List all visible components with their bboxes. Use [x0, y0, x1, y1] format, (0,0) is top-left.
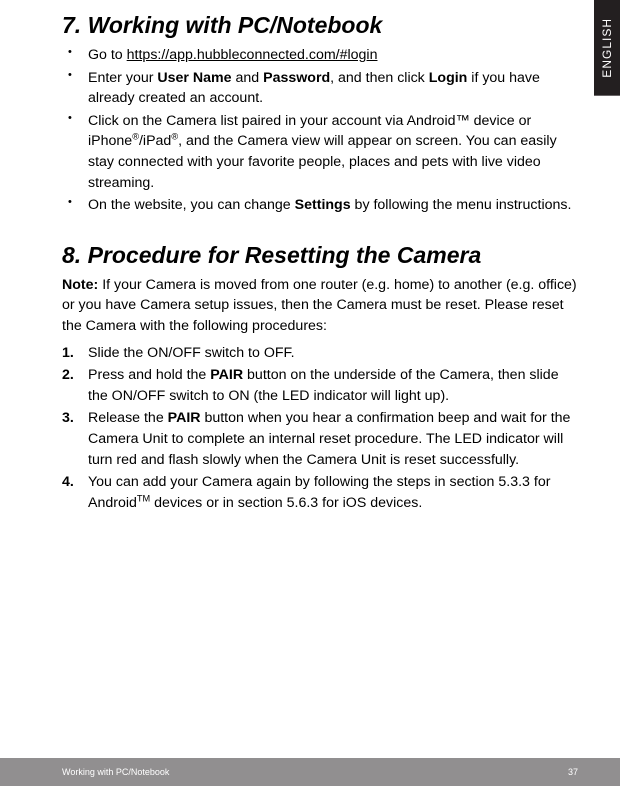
step-4: You can add your Camera again by followi…	[88, 472, 578, 513]
text: Go to	[88, 47, 127, 63]
text-bold: Login	[429, 70, 468, 86]
section7-bullets: Go to https://app.hubbleconnected.com/#l…	[62, 45, 578, 216]
text: /iPad	[139, 133, 171, 149]
text: Enter your	[88, 70, 157, 86]
text-bold: User Name	[157, 70, 231, 86]
tm-sup: TM	[137, 493, 150, 503]
text: Release the	[88, 410, 168, 426]
login-url[interactable]: https://app.hubbleconnected.com/#login	[127, 47, 378, 63]
section7-bullet-3: Click on the Camera list paired in your …	[80, 111, 578, 193]
text: , and then click	[330, 70, 429, 86]
text-bold: Password	[263, 70, 330, 86]
text: devices or in section 5.6.3 for iOS devi…	[150, 495, 422, 511]
text-bold: Settings	[295, 197, 351, 213]
note-label: Note:	[62, 277, 98, 293]
text-bold: PAIR	[210, 367, 243, 383]
text: by following the menu instructions.	[351, 197, 572, 213]
section7-bullet-2: Enter your User Name and Password, and t…	[80, 68, 578, 109]
section8-heading: 8. Procedure for Resetting the Camera	[62, 242, 578, 269]
text: Slide the ON/OFF switch to OFF.	[88, 345, 295, 361]
step-2: Press and hold the PAIR button on the un…	[88, 365, 578, 406]
text-bold: PAIR	[168, 410, 201, 426]
section7-heading: 7. Working with PC/Notebook	[62, 12, 578, 39]
text: and	[232, 70, 264, 86]
step-1: Slide the ON/OFF switch to OFF.	[88, 343, 578, 364]
page-footer: Working with PC/Notebook 37	[0, 758, 620, 786]
page-number: 37	[568, 767, 578, 777]
text: Press and hold the	[88, 367, 210, 383]
section8-note: Note: If your Camera is moved from one r…	[62, 275, 578, 337]
section7-bullet-4: On the website, you can change Settings …	[80, 195, 578, 216]
section7-bullet-1: Go to https://app.hubbleconnected.com/#l…	[80, 45, 578, 66]
page-content: 7. Working with PC/Notebook Go to https:…	[0, 0, 620, 513]
step-3: Release the PAIR button when you hear a …	[88, 408, 578, 470]
footer-title: Working with PC/Notebook	[62, 767, 169, 777]
registered-sup: ®	[132, 132, 139, 142]
note-body: If your Camera is moved from one router …	[62, 277, 577, 334]
language-tab: ENGLISH	[594, 0, 620, 96]
text: On the website, you can change	[88, 197, 295, 213]
section8-steps: Slide the ON/OFF switch to OFF. Press an…	[62, 343, 578, 514]
